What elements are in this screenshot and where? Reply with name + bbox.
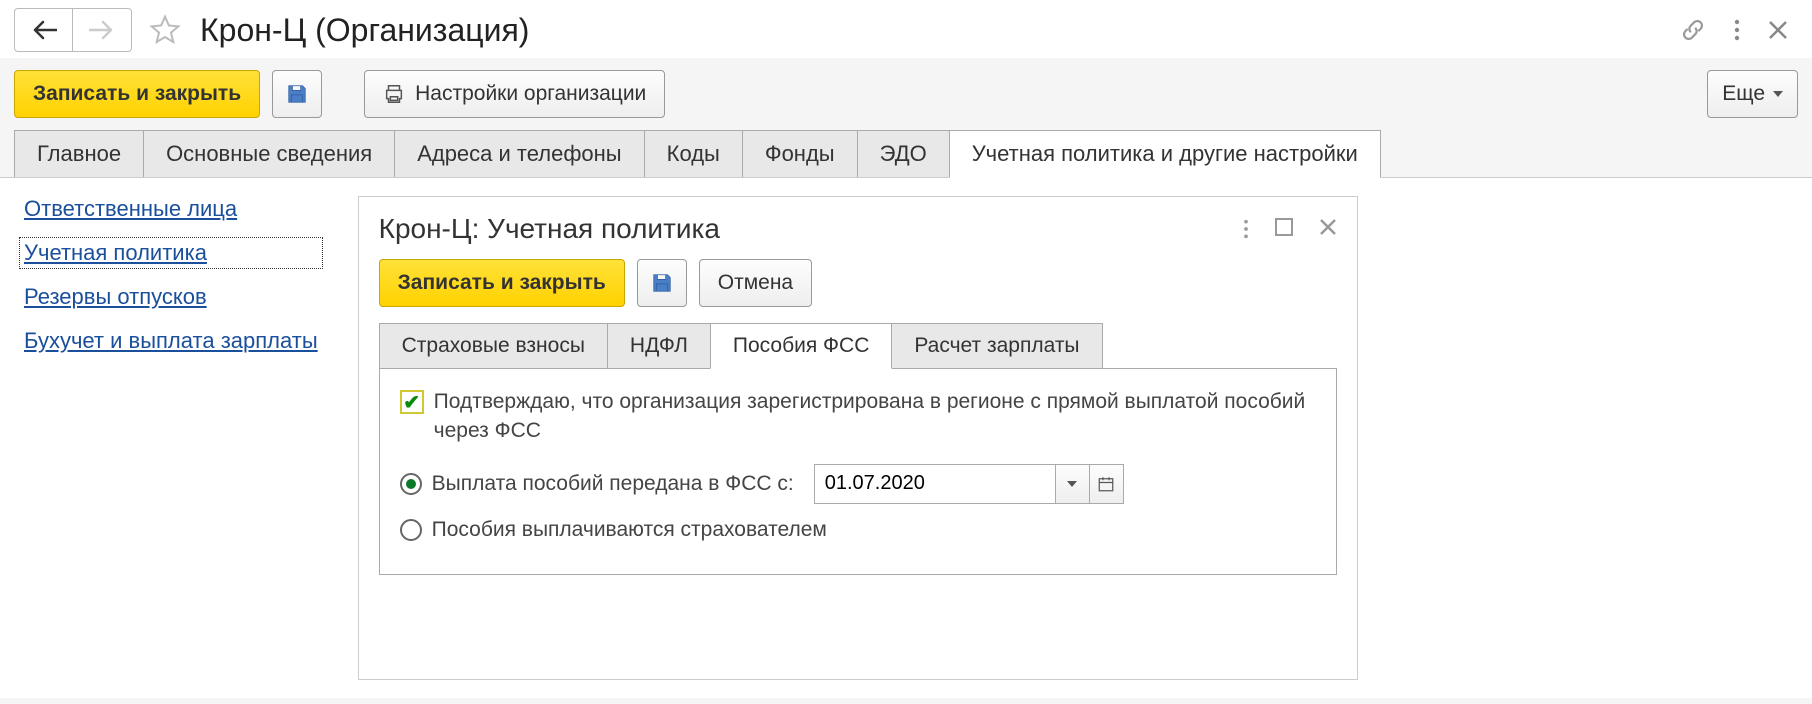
save-button[interactable]	[272, 70, 322, 118]
link-icon[interactable]	[1680, 17, 1706, 43]
subtab-fss-benefits[interactable]: Пособия ФСС	[710, 323, 892, 369]
page-title: Крон-Ц (Организация)	[200, 12, 1670, 49]
checkbox-label: Подтверждаю, что организация зарегистрир…	[434, 387, 1316, 446]
more-button[interactable]: Еще	[1707, 70, 1798, 118]
radio-fss-transfer[interactable]: Выплата пособий передана в ФСС с:	[400, 464, 1316, 504]
chevron-down-icon	[1773, 91, 1783, 97]
back-button[interactable]	[15, 9, 73, 51]
main-toolbar: Записать и закрыть Настройки организации…	[0, 58, 1812, 130]
calendar-icon	[1097, 475, 1115, 493]
checkbox-input[interactable]: ✔	[400, 390, 424, 414]
sidebar-link-responsible[interactable]: Ответственные лица	[24, 196, 318, 222]
subwindow-icon-group	[1243, 218, 1337, 240]
content-area: Ответственные лица Учетная политика Резе…	[0, 178, 1812, 698]
subwindow-kebab-icon[interactable]	[1243, 218, 1249, 240]
close-icon[interactable]	[1768, 20, 1788, 40]
subtab-ndfl[interactable]: НДФЛ	[607, 323, 711, 368]
tab-funds[interactable]: Фонды	[742, 130, 858, 177]
radio-label-2: Пособия выплачиваются страхователем	[432, 518, 827, 542]
radio-input-1[interactable]	[400, 473, 422, 495]
org-settings-button[interactable]: Настройки организации	[364, 70, 665, 118]
subwindow-maximize-icon[interactable]	[1275, 218, 1293, 240]
tab-edo[interactable]: ЭДО	[857, 130, 950, 177]
subwindow: Крон-Ц: Учетная политика Записать и закр…	[358, 196, 1358, 680]
radio-input-2[interactable]	[400, 519, 422, 541]
sidebar: Ответственные лица Учетная политика Резе…	[18, 196, 318, 680]
tab-content: ✔ Подтверждаю, что организация зарегистр…	[379, 369, 1337, 575]
favorite-star-icon[interactable]	[146, 11, 184, 49]
forward-button[interactable]	[73, 9, 131, 51]
checkbox-confirm-region[interactable]: ✔ Подтверждаю, что организация зарегистр…	[400, 387, 1316, 446]
sidebar-link-accounting-salary[interactable]: Бухучет и выплата зарплаты	[24, 328, 318, 354]
subwindow-save-close-button[interactable]: Записать и закрыть	[379, 259, 625, 307]
tab-basic-info[interactable]: Основные сведения	[143, 130, 395, 177]
subtab-insurance[interactable]: Страховые взносы	[379, 323, 608, 368]
header-icon-group	[1680, 17, 1798, 43]
subwindow-cancel-button[interactable]: Отмена	[699, 259, 812, 307]
subtab-salary-calc[interactable]: Расчет зарплаты	[891, 323, 1102, 368]
floppy-icon	[286, 83, 308, 105]
floppy-icon	[651, 272, 673, 294]
tab-accounting-policy[interactable]: Учетная политика и другие настройки	[949, 130, 1381, 178]
date-input[interactable]	[815, 465, 1055, 503]
tab-main[interactable]: Главное	[14, 130, 144, 177]
subwindow-header: Крон-Ц: Учетная политика	[379, 213, 1337, 245]
save-and-close-button[interactable]: Записать и закрыть	[14, 70, 260, 118]
subwindow-close-icon[interactable]	[1319, 218, 1337, 240]
date-input-group	[814, 464, 1124, 504]
radio-insurer-pays[interactable]: Пособия выплачиваются страхователем	[400, 518, 1316, 542]
sidebar-link-vacation-reserves[interactable]: Резервы отпусков	[24, 284, 318, 310]
date-dropdown-button[interactable]	[1055, 465, 1089, 503]
sidebar-link-accounting-policy[interactable]: Учетная политика	[19, 237, 323, 269]
checkmark-icon: ✔	[403, 390, 420, 415]
printer-icon	[383, 83, 405, 105]
tab-addresses[interactable]: Адреса и телефоны	[394, 130, 644, 177]
kebab-menu-icon[interactable]	[1734, 18, 1740, 42]
subwindow-title: Крон-Ц: Учетная политика	[379, 213, 1243, 245]
subwindow-save-button[interactable]	[637, 259, 687, 307]
subwindow-toolbar: Записать и закрыть Отмена	[379, 259, 1337, 307]
tab-codes[interactable]: Коды	[644, 130, 743, 177]
main-tabbar: Главное Основные сведения Адреса и телеф…	[0, 130, 1812, 178]
radio-label-1: Выплата пособий передана в ФСС с:	[432, 472, 794, 496]
header-bar: Крон-Ц (Организация)	[0, 0, 1812, 58]
chevron-down-icon	[1067, 481, 1077, 487]
subwindow-tabbar: Страховые взносы НДФЛ Пособия ФСС Расчет…	[379, 323, 1337, 369]
nav-button-group	[14, 8, 132, 52]
date-picker-button[interactable]	[1089, 465, 1123, 503]
